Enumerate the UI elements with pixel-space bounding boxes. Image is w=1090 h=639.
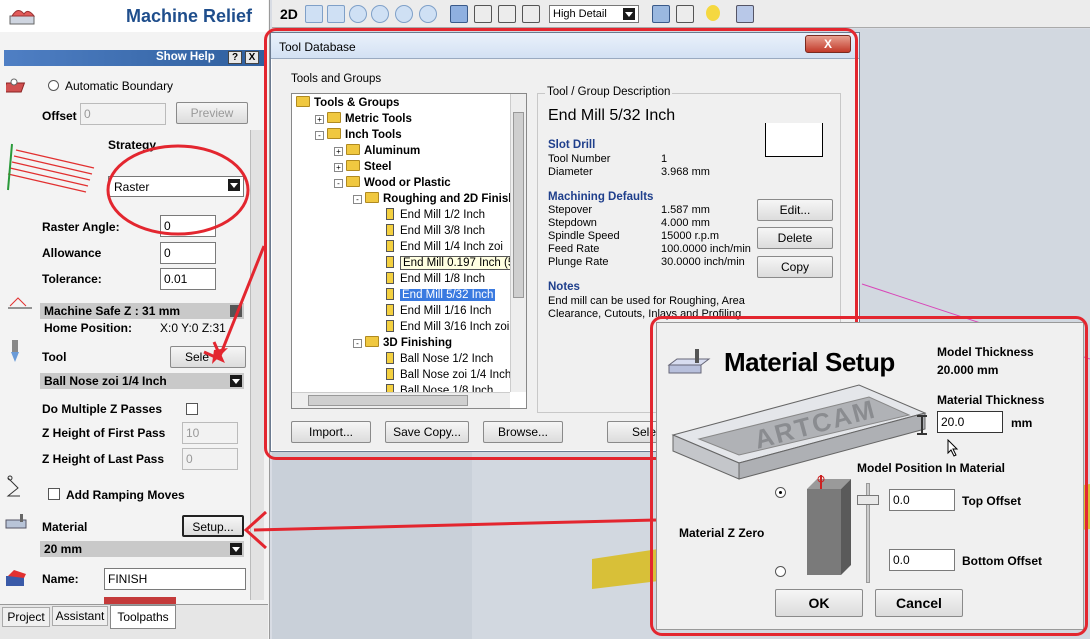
tool-select-button[interactable]: Sele (170, 346, 246, 368)
strategy-label: Strategy (108, 138, 157, 152)
chevron-down-icon (623, 8, 635, 20)
home-value: X:0 Y:0 Z:31 (160, 321, 226, 335)
material-label: Material (42, 520, 88, 534)
z-last-input[interactable] (182, 448, 238, 470)
setup-button[interactable]: Setup... (182, 515, 244, 537)
name-label: Name: (42, 572, 79, 586)
tool-icon (8, 340, 22, 364)
tab-assistant[interactable]: Assistant (52, 606, 108, 626)
tab-project[interactable]: Project (2, 607, 50, 627)
auto-boundary-radio[interactable] (48, 80, 59, 91)
front-view-icon[interactable] (474, 5, 492, 23)
boundary-icon (2, 76, 34, 98)
toolpath-name-icon (4, 568, 32, 590)
z-first-input[interactable] (182, 422, 238, 444)
allowance-label: Allowance (42, 246, 102, 260)
shading-icon[interactable] (652, 5, 670, 23)
2d-view-button[interactable]: 2D (280, 6, 298, 22)
panel-scrollbar[interactable] (250, 130, 264, 600)
zoom-fit-icon[interactable] (395, 5, 413, 23)
annotation-box-material (650, 316, 1088, 636)
top-view-icon[interactable] (522, 5, 540, 23)
tab-toolpaths[interactable]: Toolpaths (110, 605, 176, 629)
auto-boundary-label: Automatic Boundary (65, 79, 174, 93)
allowance-input[interactable] (160, 242, 216, 264)
show-help-link[interactable]: Show Help (156, 51, 215, 63)
offset-input[interactable] (80, 103, 166, 125)
raster-angle-input[interactable] (160, 215, 216, 237)
material-value: 20 mm (44, 542, 83, 556)
axes-icon[interactable] (676, 5, 694, 23)
chevron-down-icon (228, 179, 240, 191)
ramping-icon (4, 474, 34, 500)
z-last-label: Z Height of Last Pass (42, 452, 165, 466)
strategy-select[interactable]: Raster (108, 176, 244, 197)
iso-view-icon[interactable] (450, 5, 468, 23)
material-icon (4, 512, 32, 532)
tool-label: Tool (42, 350, 67, 364)
brush-icon[interactable] (736, 5, 754, 23)
safe-z-label: Machine Safe Z : 31 mm (44, 304, 181, 318)
arrow-icon[interactable] (305, 5, 323, 23)
zoom-out-icon[interactable] (371, 5, 389, 23)
side-view-icon[interactable] (498, 5, 516, 23)
preview-button[interactable]: Preview (176, 102, 248, 124)
tool-value: Ball Nose zoi 1/4 Inch (44, 374, 167, 388)
z-first-label: Z Height of First Pass (42, 426, 166, 440)
zoom-in-icon[interactable] (349, 5, 367, 23)
tool-expand-icon[interactable] (230, 375, 242, 387)
raster-angle-label: Raster Angle: (42, 220, 120, 234)
left-panel: Machine Relief Show Help ? X Automatic B… (0, 0, 270, 639)
close-panel-button[interactable]: X (245, 51, 259, 64)
detail-select[interactable]: High Detail (549, 5, 639, 23)
home-label: Home Position: (44, 321, 133, 335)
help-button[interactable]: ? (228, 51, 242, 64)
material-expand-icon[interactable] (230, 543, 242, 555)
ramping-checkbox[interactable] (48, 488, 60, 500)
safe-z-icon (6, 294, 36, 312)
zoom-window-icon[interactable] (419, 5, 437, 23)
multi-z-checkbox[interactable] (186, 403, 198, 415)
ramping-label: Add Ramping Moves (66, 488, 185, 502)
lightbulb-icon[interactable] (706, 5, 720, 21)
raster-strategy-icon (6, 140, 106, 196)
tolerance-label: Tolerance: (42, 272, 102, 286)
strategy-value: Raster (114, 180, 150, 194)
offset-label: Offset (42, 109, 77, 123)
pan-icon[interactable] (327, 5, 345, 23)
name-input[interactable] (104, 568, 246, 590)
multi-z-label: Do Multiple Z Passes (42, 402, 163, 416)
show-help-bar (4, 50, 264, 66)
detail-value: High Detail (553, 8, 607, 20)
relief-icon (8, 4, 38, 28)
panel-title: Machine Relief (126, 6, 253, 26)
tolerance-input[interactable] (160, 268, 216, 290)
safe-z-expand[interactable] (230, 305, 242, 317)
